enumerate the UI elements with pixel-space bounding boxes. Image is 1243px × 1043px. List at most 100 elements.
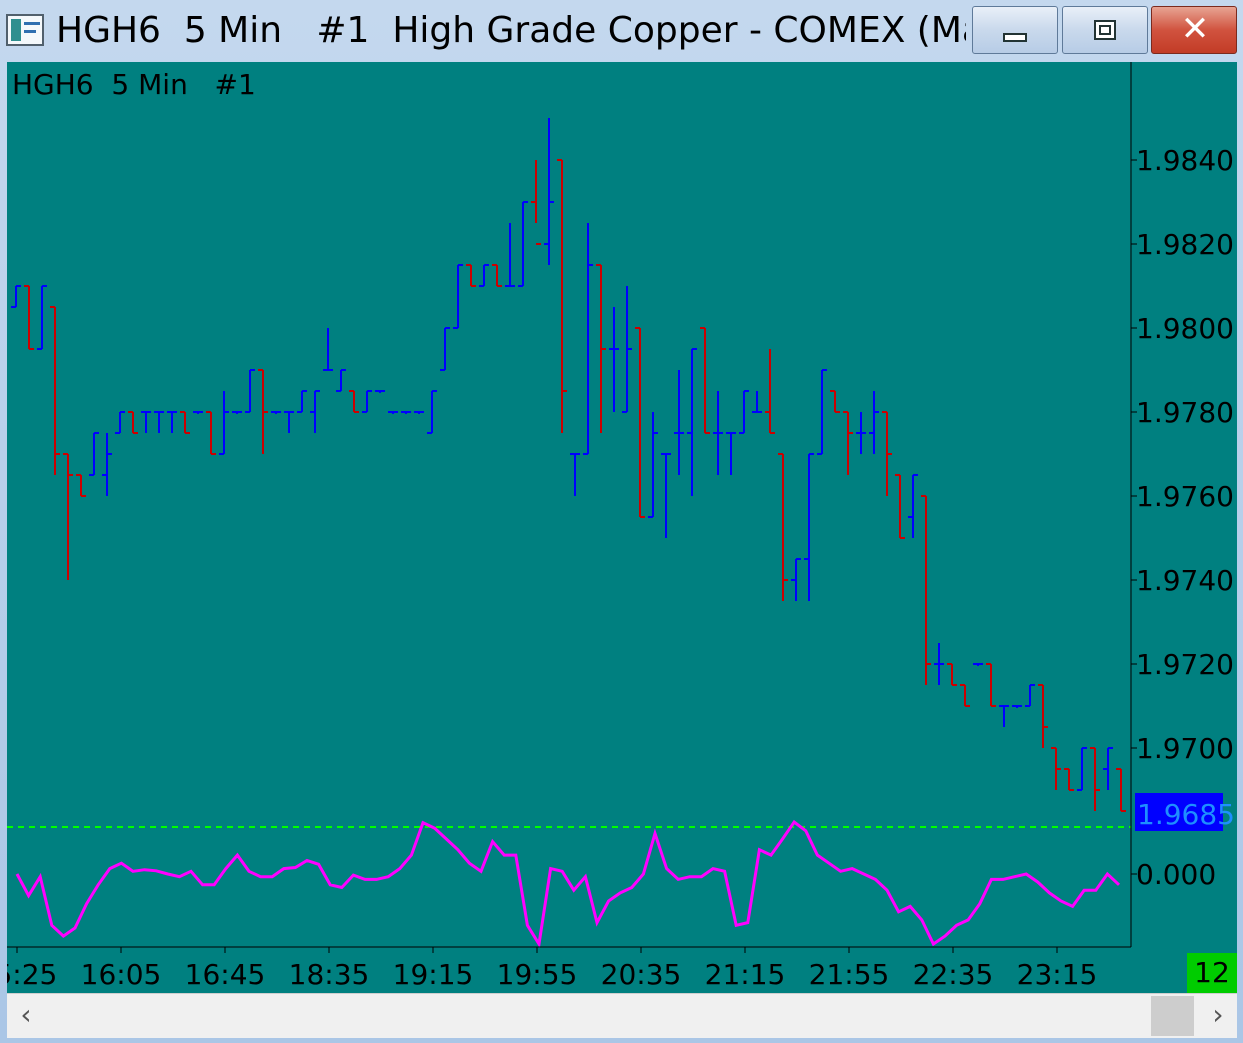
ohlc-bar xyxy=(713,391,723,475)
ohlc-bar xyxy=(414,411,424,414)
chart-area[interactable]: 1.9840 1.9820 1.9800 1.9780 1.9760 1.9740 1.97… xyxy=(7,62,1237,993)
ohlc-bar xyxy=(1012,705,1022,708)
price-tick-label: 1.9840 xyxy=(1136,144,1234,177)
ohlc-bar xyxy=(557,159,567,433)
ohlc-bar xyxy=(1077,747,1087,791)
ohlc-bar xyxy=(76,474,86,497)
ohlc-bar xyxy=(440,327,450,371)
chart-window: HGH6 5 Min #1 High Grade Copper - COMEX … xyxy=(0,0,1243,1043)
ohlc-bar xyxy=(778,453,788,601)
time-tick-label: 15:25 xyxy=(7,958,57,991)
ohlc-bar xyxy=(843,411,853,475)
ohlc-bar xyxy=(609,307,619,412)
ohlc-bar xyxy=(479,264,489,287)
ohlc-bar xyxy=(947,663,957,686)
price-chart-svg[interactable]: 1.9840 1.9820 1.9800 1.9780 1.9760 1.9740 1.97… xyxy=(7,62,1237,993)
ohlc-bar xyxy=(154,411,164,433)
ohlc-bar xyxy=(661,453,671,538)
time-tick-label: 18:35 xyxy=(289,958,370,991)
time-tick-label: 16:45 xyxy=(185,958,266,991)
price-tick-label: 1.9820 xyxy=(1136,228,1234,261)
price-tick-label: 1.9700 xyxy=(1136,732,1234,765)
app-chart-icon xyxy=(6,14,44,46)
ohlc-bar xyxy=(128,411,138,434)
ohlc-bar xyxy=(50,306,60,475)
ohlc-bar xyxy=(401,411,411,414)
ohlc-bar xyxy=(700,327,710,434)
title-bar[interactable]: HGH6 5 Min #1 High Grade Copper - COMEX … xyxy=(0,0,1243,62)
ohlc-bar xyxy=(544,118,554,265)
time-tick-label: 21:55 xyxy=(809,958,890,991)
minimize-button[interactable] xyxy=(972,6,1058,54)
ohlc-bar xyxy=(115,411,125,434)
ohlc-bar xyxy=(921,495,931,685)
ohlc-bar xyxy=(388,411,398,414)
ohlc-bar xyxy=(245,369,255,413)
ohlc-bar xyxy=(830,390,840,413)
ohlc-bar xyxy=(323,328,333,371)
ohlc-bar xyxy=(167,411,177,433)
oscillator-line xyxy=(15,819,1121,949)
ohlc-bar xyxy=(505,223,515,287)
ohlc-bar xyxy=(193,411,203,414)
ohlc-bar xyxy=(622,286,632,413)
ohlc-bar xyxy=(531,160,541,245)
ohlc-bar xyxy=(869,391,879,454)
close-button[interactable]: ✕ xyxy=(1151,6,1237,54)
ohlc-bar xyxy=(1038,684,1048,748)
ohlc-bar xyxy=(804,453,814,601)
ohlc-bar xyxy=(453,264,463,329)
ohlc-bar xyxy=(791,558,801,601)
ohlc-bar xyxy=(908,474,918,538)
ohlc-bar xyxy=(427,390,437,434)
price-tick-label: 1.9720 xyxy=(1136,648,1234,681)
ohlc-bar xyxy=(986,663,996,707)
ohlc-bar xyxy=(1090,747,1100,811)
ohlc-bar xyxy=(765,349,775,434)
ohlc-bar xyxy=(635,327,645,518)
horizontal-scrollbar[interactable]: ‹ › xyxy=(7,993,1237,1038)
ohlc-bar xyxy=(752,391,762,413)
ohlc-bar xyxy=(726,432,736,475)
maximize-button[interactable] xyxy=(1062,6,1148,54)
ohlc-bar xyxy=(648,412,658,518)
ohlc-bar xyxy=(310,390,320,433)
close-icon: ✕ xyxy=(1180,9,1210,49)
time-tick-label: 20:35 xyxy=(601,958,682,991)
ohlc-bar xyxy=(63,453,73,580)
ohlc-bar xyxy=(89,432,99,476)
ohlc-bar xyxy=(674,370,684,475)
window-title: HGH6 5 Min #1 High Grade Copper - COMEX … xyxy=(56,10,966,51)
minimize-icon xyxy=(1003,33,1027,42)
ohlc-bar xyxy=(518,201,528,287)
ohlc-bar xyxy=(258,369,268,454)
ohlc-bar xyxy=(232,411,242,414)
ohlc-bar xyxy=(583,223,593,455)
scroll-right-arrow-icon[interactable]: › xyxy=(1205,1001,1231,1030)
ohlc-bar xyxy=(570,453,580,496)
ohlc-bar xyxy=(24,285,34,350)
ohlc-bar xyxy=(219,391,229,455)
scroll-thumb[interactable] xyxy=(1151,996,1194,1036)
ohlc-bars xyxy=(11,118,1126,812)
ohlc-bar xyxy=(1025,684,1035,707)
chart-symbol-label: HGH6 5 Min #1 xyxy=(12,68,256,101)
ohlc-bar xyxy=(895,474,905,539)
time-tick-label: 19:55 xyxy=(497,958,578,991)
ohlc-bar xyxy=(687,348,697,496)
scroll-left-arrow-icon[interactable]: ‹ xyxy=(13,1001,39,1030)
ohlc-bar xyxy=(466,264,476,287)
ohlc-bar xyxy=(336,369,346,392)
price-tick-label: 1.9740 xyxy=(1136,564,1234,597)
ohlc-bar xyxy=(596,264,606,433)
price-tick-label: 1.9780 xyxy=(1136,396,1234,429)
ohlc-bar xyxy=(934,643,944,685)
time-tick-label: 21:15 xyxy=(705,958,786,991)
ohlc-bar xyxy=(206,411,216,455)
time-axis-ticks: 15:25 16:05 16:45 18:35 19:15 19:55 20:35 21:15… xyxy=(7,947,1097,991)
ohlc-bar xyxy=(1116,768,1126,812)
price-axis-ticks: 1.9840 1.9820 1.9800 1.9780 1.9760 1.9740 1.97… xyxy=(1131,144,1234,891)
ohlc-bar xyxy=(375,390,385,393)
ohlc-bar xyxy=(141,411,151,433)
ohlc-bar xyxy=(11,285,21,308)
